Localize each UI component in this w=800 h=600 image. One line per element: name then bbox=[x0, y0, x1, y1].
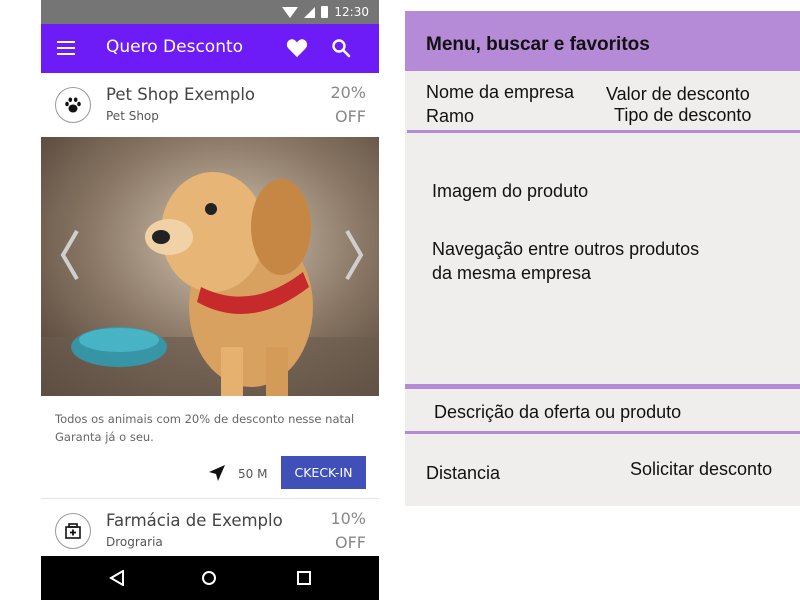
card-header: Farmácia de Exemplo Drograria 10% OFF bbox=[41, 499, 379, 563]
previous-product-chevron-icon[interactable] bbox=[59, 229, 81, 281]
status-bar: 12:30 bbox=[41, 0, 379, 24]
search-icon[interactable] bbox=[331, 38, 351, 58]
discount-value: 10% bbox=[330, 509, 366, 528]
discount-type: OFF bbox=[335, 533, 366, 552]
annotation-distance: Distancia bbox=[426, 463, 501, 483]
annotation-product-image: Imagem do produto bbox=[432, 181, 589, 201]
company-name: Pet Shop Exemplo bbox=[106, 85, 256, 104]
discount-value: 20% bbox=[330, 83, 366, 102]
recent-apps-icon[interactable] bbox=[296, 570, 312, 586]
status-time: 12:30 bbox=[334, 5, 369, 19]
heart-icon[interactable] bbox=[286, 38, 308, 58]
annotation-navigation: da mesma empresa bbox=[432, 263, 592, 283]
wifi-icon bbox=[282, 6, 299, 18]
company-name: Farmácia de Exemplo bbox=[106, 511, 283, 530]
app-title: Quero Desconto bbox=[106, 37, 244, 57]
phone-mockup: 12:30 Quero Desconto Pet Shop Exemplo Pe… bbox=[41, 0, 379, 600]
distance-text: 50 M bbox=[238, 467, 268, 481]
annotation-branch: Ramo bbox=[426, 106, 475, 126]
annotation-company-name: Nome da empresa bbox=[426, 82, 575, 102]
home-icon[interactable] bbox=[201, 570, 217, 586]
android-nav-bar bbox=[41, 556, 379, 600]
card-header: Pet Shop Exemplo Pet Shop 20% OFF bbox=[41, 73, 379, 137]
menu-icon[interactable] bbox=[57, 41, 75, 55]
annotation-header-text: Menu, buscar e favoritos bbox=[426, 34, 650, 55]
annotation-panel: Menu, buscar e favoritos Nome da empresa… bbox=[405, 11, 800, 506]
offer-description: Todos os animais com 20% de desconto nes… bbox=[55, 410, 370, 446]
paw-icon bbox=[55, 87, 91, 123]
distance-row: 50 M CKECK-IN bbox=[41, 456, 379, 490]
product-image[interactable] bbox=[41, 137, 379, 396]
offer-description-line: Garanta já o seu. bbox=[55, 430, 154, 444]
annotation-divider bbox=[405, 431, 800, 434]
checkin-button[interactable]: CKECK-IN bbox=[281, 456, 366, 489]
discount-type: OFF bbox=[335, 107, 366, 126]
back-icon[interactable] bbox=[109, 570, 125, 586]
battery-icon bbox=[321, 6, 329, 18]
annotation-navigation: Navegação entre outros produtos bbox=[432, 239, 700, 259]
annotation-request-discount: Solicitar desconto bbox=[630, 459, 773, 479]
navigation-arrow-icon bbox=[209, 465, 225, 481]
offer-description-line: Todos os animais com 20% de desconto nes… bbox=[55, 412, 355, 426]
annotation-description: Descrição da oferta ou produto bbox=[434, 402, 682, 422]
pharmacy-icon bbox=[55, 513, 91, 549]
annotation-header: Menu, buscar e favoritos bbox=[405, 11, 800, 71]
puppy-photo bbox=[41, 137, 379, 396]
annotation-divider bbox=[407, 130, 800, 133]
company-branch: Pet Shop bbox=[106, 109, 159, 123]
company-branch: Drograria bbox=[106, 535, 163, 549]
next-product-chevron-icon[interactable] bbox=[343, 229, 365, 281]
signal-icon bbox=[304, 6, 316, 18]
offer-card[interactable]: Farmácia de Exemplo Drograria 10% OFF bbox=[41, 499, 379, 556]
annotation-divider bbox=[405, 384, 800, 389]
annotation-discount-type: Tipo de desconto bbox=[614, 105, 752, 125]
app-bar: Quero Desconto bbox=[41, 24, 379, 73]
